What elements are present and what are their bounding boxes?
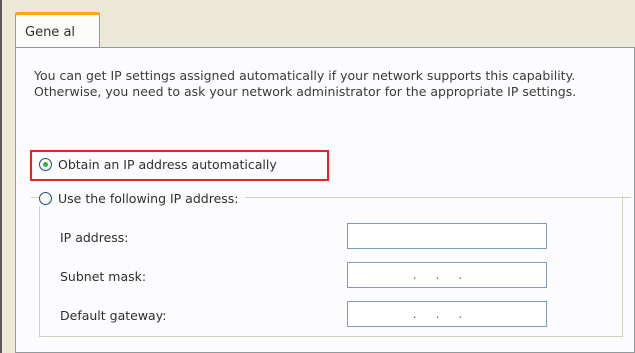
use-following-ip-radio[interactable] <box>39 192 52 205</box>
ip-address-label: IP address: <box>60 230 129 245</box>
highlight-annotation-box <box>30 150 329 181</box>
tab-general-label: Gene al <box>25 25 76 40</box>
ip-settings-description: You can get IP settings assigned automat… <box>34 68 577 99</box>
use-following-ip-option[interactable]: Use the following IP address: <box>39 191 245 206</box>
default-gateway-input[interactable]: ... <box>347 301 547 327</box>
subnet-mask-input[interactable]: ... <box>347 262 547 288</box>
general-tab-panel: You can get IP settings assigned automat… <box>15 47 635 353</box>
default-gateway-label: Default gateway: <box>60 308 167 323</box>
subnet-mask-label: Subnet mask: <box>60 269 147 284</box>
tab-general[interactable]: Gene al <box>15 12 100 48</box>
use-following-ip-label[interactable]: Use the following IP address: <box>58 191 239 206</box>
ip-address-input[interactable] <box>347 223 547 249</box>
